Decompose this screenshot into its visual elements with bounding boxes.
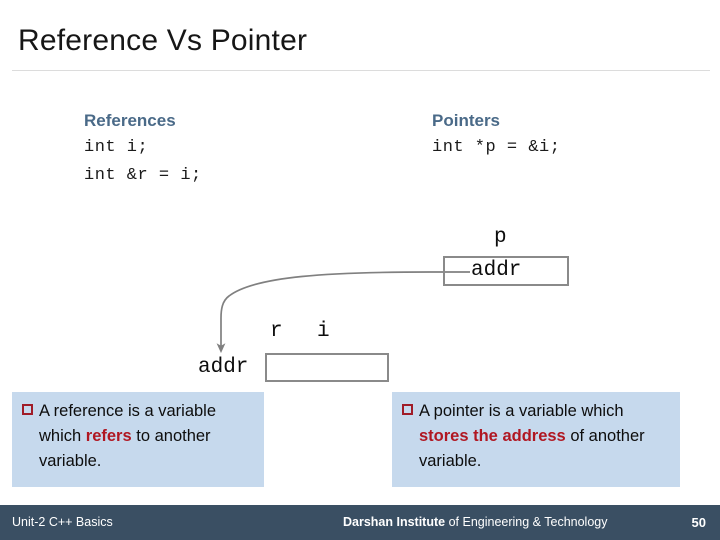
footer-organization-bold: Darshan Institute (343, 515, 449, 529)
square-bullet-icon (402, 404, 413, 415)
pointers-code-line-1: int *p = &i; (432, 138, 561, 157)
target-address-label: addr (198, 356, 249, 379)
pointer-text-highlight: stores the address (419, 427, 566, 445)
references-code-line-1: int i; (84, 138, 149, 157)
references-heading: References (84, 111, 176, 130)
target-memory-cell (265, 353, 389, 382)
target-variable-label: i (317, 320, 330, 343)
pointer-memory-cell-value: addr (471, 259, 522, 282)
title-divider (12, 70, 710, 71)
reference-callout: A reference is a variable which refers t… (12, 392, 264, 487)
footer-organization: Darshan Institute of Engineering & Techn… (343, 515, 608, 529)
page-title: Reference Vs Pointer (18, 24, 308, 57)
pointer-callout: A pointer is a variable which stores the… (392, 392, 680, 487)
references-code-line-2: int &r = i; (84, 166, 202, 185)
slide-footer: Unit-2 C++ Basics Darshan Institute of E… (0, 505, 720, 540)
reference-text-highlight: refers (85, 427, 132, 445)
pointers-heading: Pointers (432, 111, 501, 130)
pointer-callout-text: A pointer is a variable which stores the… (419, 399, 672, 474)
square-bullet-icon (22, 404, 33, 415)
reference-callout-text: A reference is a variable which refers t… (39, 399, 256, 474)
pointer-variable-label: p (494, 226, 507, 249)
footer-unit-label: Unit-2 C++ Basics (12, 515, 113, 529)
footer-page-number: 50 (691, 515, 706, 530)
footer-organization-rest: of Engineering & Technology (448, 515, 608, 529)
pointer-text-before: A pointer is a variable which (419, 402, 624, 420)
pointer-arrow-path (216, 271, 470, 354)
reference-variable-label: r (270, 320, 283, 343)
